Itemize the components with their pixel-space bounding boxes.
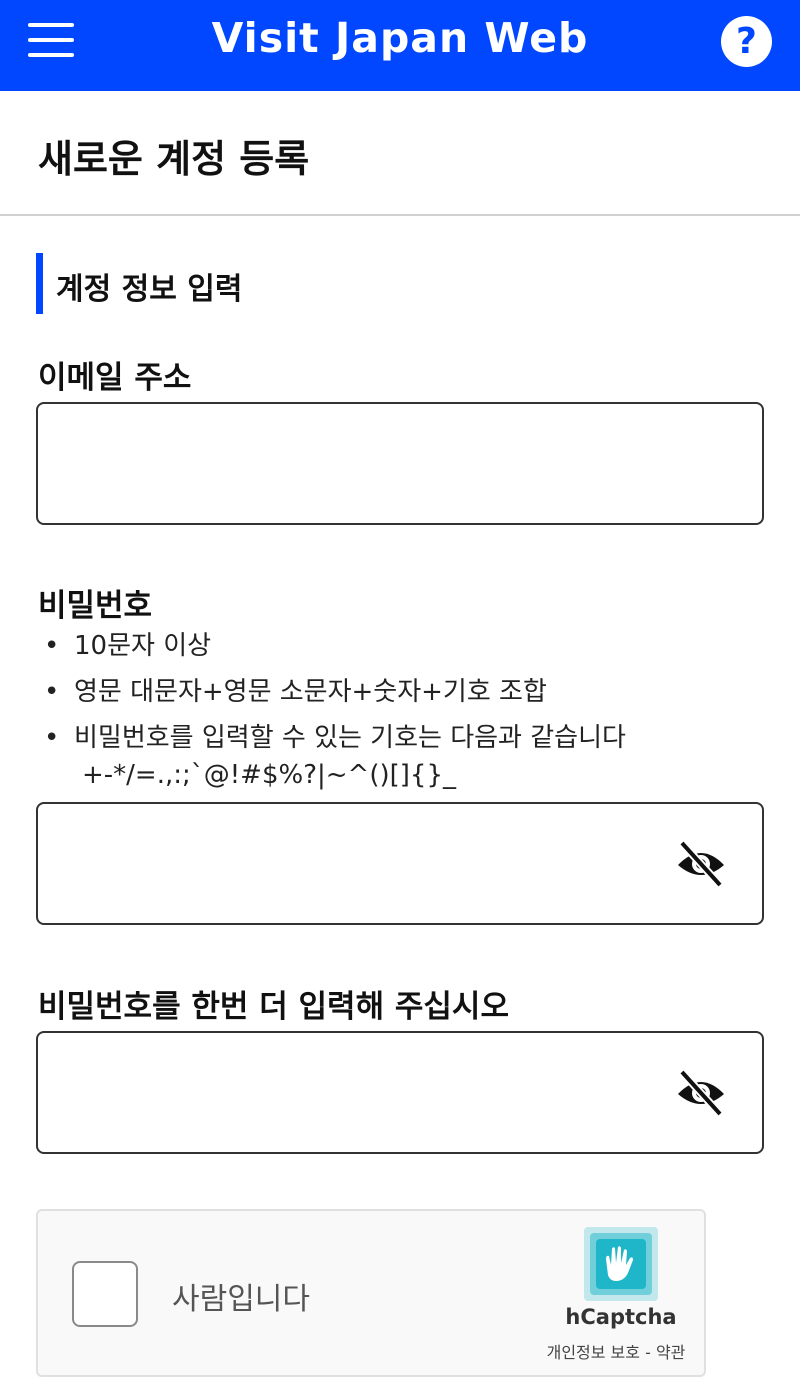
password-confirm-field[interactable] [52, 1033, 652, 1152]
captcha-widget: 사람입니다 hCaptcha 개인정보 보호 - 약관 [36, 1209, 706, 1377]
password-rule: • 영문 대문자+영문 소문자+숫자+기호 조합 [44, 672, 626, 718]
captcha-brand: hCaptcha [565, 1305, 677, 1329]
hcaptcha-logo-icon [584, 1227, 658, 1301]
divider [0, 214, 800, 216]
captcha-label: 사람입니다 [172, 1282, 310, 1317]
password-label: 비밀번호 [38, 588, 153, 624]
password-rule-text: 비밀번호를 입력할 수 있는 기호는 다음과 같습니다 [74, 723, 626, 753]
email-field-box [36, 402, 764, 525]
password-rules: • 10문자 이상 • 영문 대문자+영문 소문자+숫자+기호 조합 • 비밀번… [44, 626, 626, 798]
email-field[interactable] [52, 404, 652, 523]
password-rule: • 비밀번호를 입력할 수 있는 기호는 다음과 같습니다 [44, 718, 626, 764]
password-symbols: +-*/=.,:;`@!#$%?|~^()[]{}_ [82, 760, 457, 790]
bullet: • [44, 723, 60, 753]
page-title: 새로운 계정 등록 [38, 137, 310, 181]
password-rule-text: 영문 대문자+영문 소문자+숫자+기호 조합 [74, 677, 547, 707]
link-separator: - [640, 1343, 656, 1362]
eye-off-icon[interactable] [674, 839, 728, 889]
password-field[interactable] [52, 804, 652, 923]
help-icon[interactable]: ? [721, 16, 772, 67]
bullet: • [44, 677, 60, 707]
eye-off-icon[interactable] [674, 1068, 728, 1118]
section-accent-bar [36, 253, 43, 314]
privacy-link[interactable]: 개인정보 보호 [547, 1343, 640, 1362]
bullet: • [44, 631, 60, 661]
captcha-links: 개인정보 보호 - 약관 [526, 1339, 706, 1363]
password-confirm-label: 비밀번호를 한번 더 입력해 주십시오 [38, 989, 509, 1025]
app-title: Visit Japan Web [211, 14, 589, 62]
email-label: 이메일 주소 [38, 360, 192, 396]
password-confirm-field-box [36, 1031, 764, 1154]
captcha-checkbox[interactable] [72, 1261, 138, 1327]
section-title: 계정 정보 입력 [56, 272, 243, 307]
app-header: Visit Japan Web ? [0, 0, 800, 91]
password-field-box [36, 802, 764, 925]
terms-link[interactable]: 약관 [656, 1343, 685, 1362]
password-rule-text: 10문자 이상 [74, 631, 212, 661]
password-rule: • 10문자 이상 [44, 626, 626, 672]
